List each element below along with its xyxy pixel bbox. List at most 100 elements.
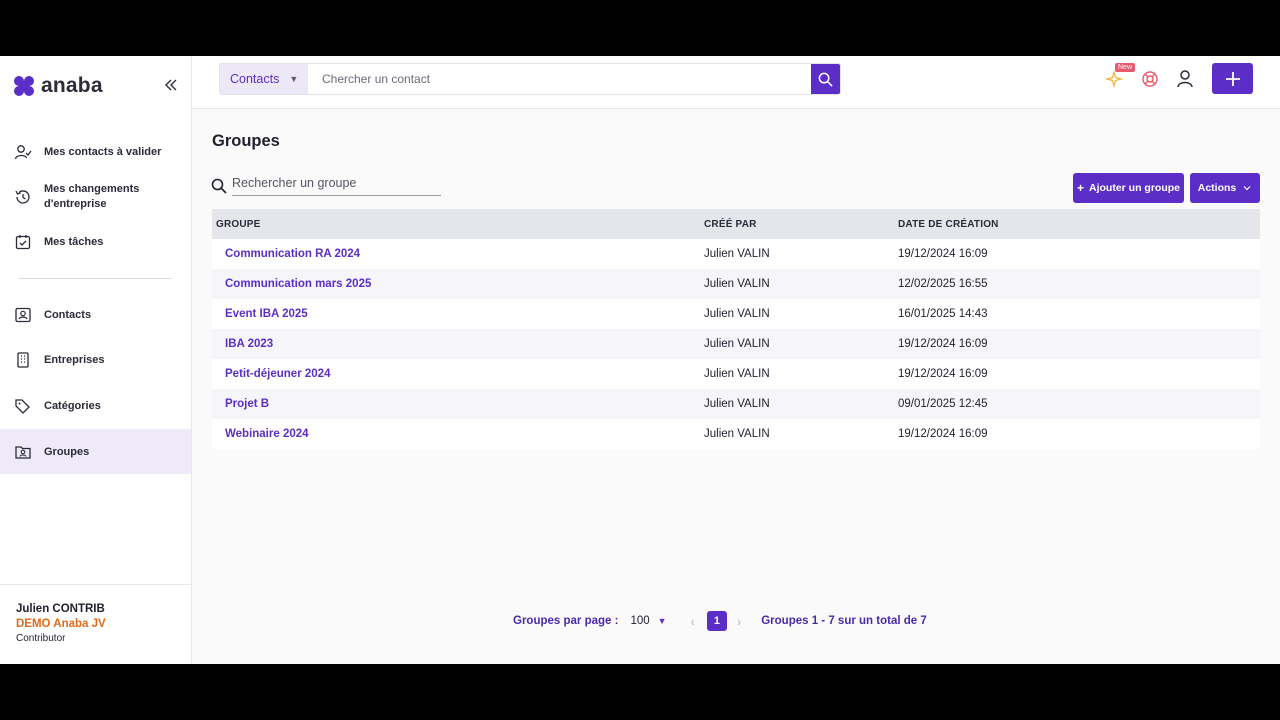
sidebar: anaba Mes contacts à valider Mes changem…	[0, 56, 192, 664]
building-icon	[17, 352, 29, 368]
sidebar-item-label: Entreprises	[44, 354, 105, 366]
caret-down-icon: ▼	[289, 74, 299, 84]
plus-icon: +	[1076, 181, 1084, 195]
caret-down-icon: ▼	[657, 616, 667, 626]
sidebar-divider	[19, 278, 172, 279]
group-name-cell: Petit-déjeuner 2024	[212, 368, 704, 380]
per-page-value: 100	[630, 615, 650, 627]
actions-button[interactable]: Actions	[1190, 173, 1260, 203]
add-group-button[interactable]: + Ajouter un groupe	[1073, 173, 1184, 203]
created-by-cell: Julien VALIN	[704, 248, 770, 260]
group-search	[211, 176, 441, 196]
app-window: anaba Mes contacts à valider Mes changem…	[0, 56, 1280, 664]
new-badge: New	[1115, 63, 1136, 72]
table-row: Projet B Julien VALIN 09/01/2025 12:45	[212, 389, 1260, 419]
topbar: Contacts ▼ New	[192, 56, 1280, 109]
sidebar-item-contacts[interactable]: Contacts	[0, 303, 191, 327]
table-body: Communication RA 2024 Julien VALIN 19/12/2…	[212, 239, 1260, 449]
group-link[interactable]: IBA 2023	[225, 338, 273, 350]
created-by-cell: Julien VALIN	[704, 368, 770, 380]
sidebar-item-categories[interactable]: Catégories	[0, 394, 191, 418]
creation-date-cell: 16/01/2025 14:43	[898, 308, 988, 320]
user-check-icon	[14, 145, 32, 160]
sidebar-item-tasks[interactable]: Mes tâches	[0, 230, 191, 254]
created-by-cell: Julien VALIN	[704, 338, 770, 350]
per-page-select[interactable]: 100 ▼	[630, 615, 666, 627]
table-row: Event IBA 2025 Julien VALIN 16/01/2025 14:…	[212, 299, 1260, 329]
table-row: IBA 2023 Julien VALIN 19/12/2024 16:09	[212, 329, 1260, 359]
created-by-cell: Julien VALIN	[704, 428, 770, 440]
group-name-cell: IBA 2023	[212, 338, 704, 350]
next-page-icon[interactable]: ›	[737, 614, 741, 629]
previous-page-icon[interactable]: ‹	[691, 614, 695, 629]
table-header: GROUPE CRÉÉ PAR DATE DE CRÉATION	[212, 209, 1260, 239]
group-search-input[interactable]	[232, 176, 441, 196]
creation-date-cell: 19/12/2024 16:09	[898, 428, 988, 440]
calendar-check-icon	[15, 235, 31, 250]
add-group-label: Ajouter un groupe	[1089, 182, 1180, 194]
sidebar-item-label: Contacts	[44, 309, 92, 321]
user-name: Julien CONTRIB	[16, 603, 105, 615]
sidebar-item-label: Catégories	[44, 400, 101, 412]
logo: anaba	[13, 74, 103, 98]
creation-date-cell: 09/01/2025 12:45	[898, 398, 988, 410]
search-input[interactable]	[308, 64, 811, 94]
sidebar-item-label: Mes tâches	[44, 236, 104, 248]
creation-date-cell: 19/12/2024 16:09	[898, 368, 988, 380]
creation-date-cell: 19/12/2024 16:09	[898, 338, 988, 350]
search-type-select[interactable]: Contacts ▼	[220, 64, 308, 94]
group-link[interactable]: Petit-déjeuner 2024	[225, 368, 330, 380]
quick-add-button[interactable]	[1212, 63, 1253, 94]
created-by-cell: Julien VALIN	[704, 308, 770, 320]
column-header-created-by[interactable]: CRÉÉ PAR	[704, 219, 898, 230]
contact-card-icon	[15, 307, 31, 323]
group-link[interactable]: Communication mars 2025	[225, 278, 371, 290]
per-page-label: Groupes par page :	[513, 615, 619, 627]
group-link[interactable]: Event IBA 2025	[225, 308, 308, 320]
group-name-cell: Event IBA 2025	[212, 308, 704, 320]
user-role: Contributor	[16, 633, 66, 644]
current-user-panel[interactable]: Julien CONTRIB DEMO Anaba JV Contributor	[0, 584, 191, 664]
group-link[interactable]: Projet B	[225, 398, 269, 410]
sidebar-item-companies[interactable]: Entreprises	[0, 348, 191, 372]
table-row: Webinaire 2024 Julien VALIN 19/12/2024 16:…	[212, 419, 1260, 449]
group-folder-icon	[15, 445, 31, 459]
column-header-group[interactable]: GROUPE	[212, 219, 704, 230]
sidebar-item-label: Groupes	[44, 445, 90, 458]
group-name-cell: Webinaire 2024	[212, 428, 704, 440]
pagination-summary: Groupes 1 - 7 sur un total de 7	[761, 615, 927, 627]
sidebar-item-company-changes[interactable]: Mes changements d'entreprise	[0, 181, 191, 213]
sidebar-item-groups[interactable]: Groupes	[0, 429, 191, 474]
group-name-cell: Communication mars 2025	[212, 278, 704, 290]
search-button[interactable]	[811, 64, 840, 94]
creation-date-cell: 12/02/2025 16:55	[898, 278, 988, 290]
page-button-current[interactable]: 1	[706, 611, 727, 631]
group-name-cell: Projet B	[212, 398, 704, 410]
sidebar-item-label: Mes contacts à valider	[44, 146, 162, 158]
sparkle-icon[interactable]	[1105, 70, 1123, 88]
chevron-down-icon	[1243, 186, 1251, 191]
table-row: Petit-déjeuner 2024 Julien VALIN 19/12/202…	[212, 359, 1260, 389]
search-type-label: Contacts	[230, 72, 280, 86]
tags-icon	[15, 399, 30, 414]
table-row: Communication mars 2025 Julien VALIN 12/02…	[212, 269, 1260, 299]
created-by-cell: Julien VALIN	[704, 278, 770, 290]
column-header-creation-date[interactable]: DATE DE CRÉATION	[898, 219, 1260, 230]
group-name-cell: Communication RA 2024	[212, 248, 704, 260]
page-title: Groupes	[212, 132, 280, 150]
global-search: Contacts ▼	[219, 63, 841, 95]
collapse-sidebar-icon[interactable]	[162, 76, 180, 94]
user-account-icon[interactable]	[1176, 69, 1194, 89]
sidebar-item-label: Mes changements d'entreprise	[44, 183, 140, 210]
brand-name: anaba	[41, 74, 103, 97]
actions-label: Actions	[1197, 182, 1237, 194]
group-link[interactable]: Communication RA 2024	[225, 248, 360, 260]
groups-table: GROUPE CRÉÉ PAR DATE DE CRÉATION Communi…	[212, 209, 1260, 449]
search-icon	[818, 72, 833, 87]
user-organization: DEMO Anaba JV	[16, 618, 106, 630]
help-lifebuoy-icon[interactable]	[1141, 70, 1159, 88]
created-by-cell: Julien VALIN	[704, 398, 770, 410]
sidebar-item-contacts-to-validate[interactable]: Mes contacts à valider	[0, 140, 191, 164]
group-link[interactable]: Webinaire 2024	[225, 428, 309, 440]
anaba-logo-icon	[14, 76, 34, 96]
